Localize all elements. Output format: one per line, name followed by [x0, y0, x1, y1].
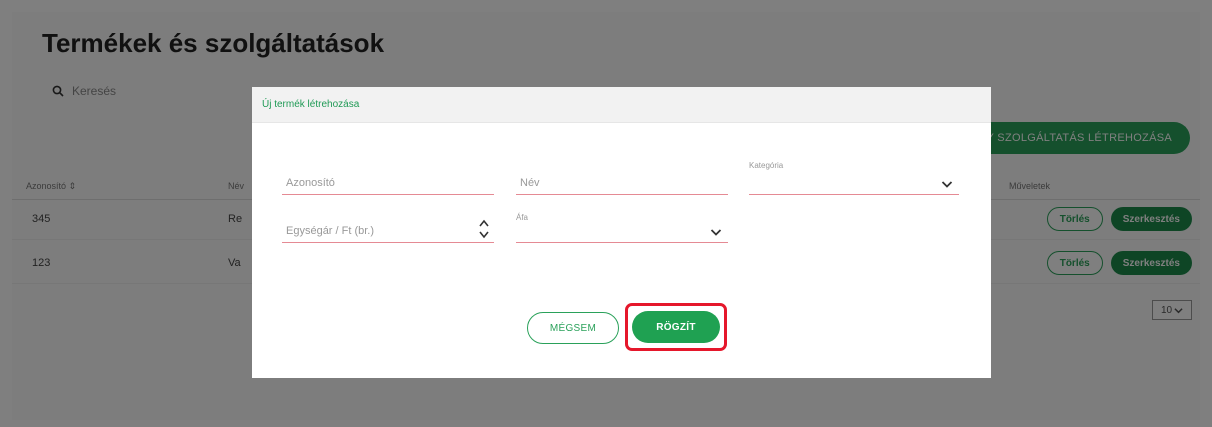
name-field[interactable]: Név: [516, 173, 728, 195]
save-button[interactable]: RÖGZÍT: [632, 311, 720, 343]
category-label: Kategória: [749, 161, 784, 170]
name-placeholder: Név: [520, 177, 540, 189]
cancel-button[interactable]: MÉGSEM: [527, 312, 619, 344]
vat-label: Áfa: [516, 213, 529, 222]
number-stepper-icon[interactable]: [478, 218, 490, 240]
id-field[interactable]: Azonosító: [282, 173, 494, 195]
unit-price-field[interactable]: Egységár / Ft (br.): [282, 218, 494, 243]
category-select[interactable]: Kategória: [749, 161, 959, 195]
save-button-highlight: RÖGZÍT: [625, 303, 727, 351]
chevron-down-icon: [941, 181, 953, 188]
dialog-title: Új termék létrehozása: [252, 87, 991, 123]
unit-price-placeholder: Egységár / Ft (br.): [286, 225, 375, 237]
vat-select[interactable]: Áfa: [516, 213, 728, 243]
id-placeholder: Azonosító: [286, 177, 335, 189]
create-product-dialog: Új termék létrehozása Azonosító Név Kate…: [252, 87, 991, 378]
chevron-down-icon: [710, 229, 722, 236]
